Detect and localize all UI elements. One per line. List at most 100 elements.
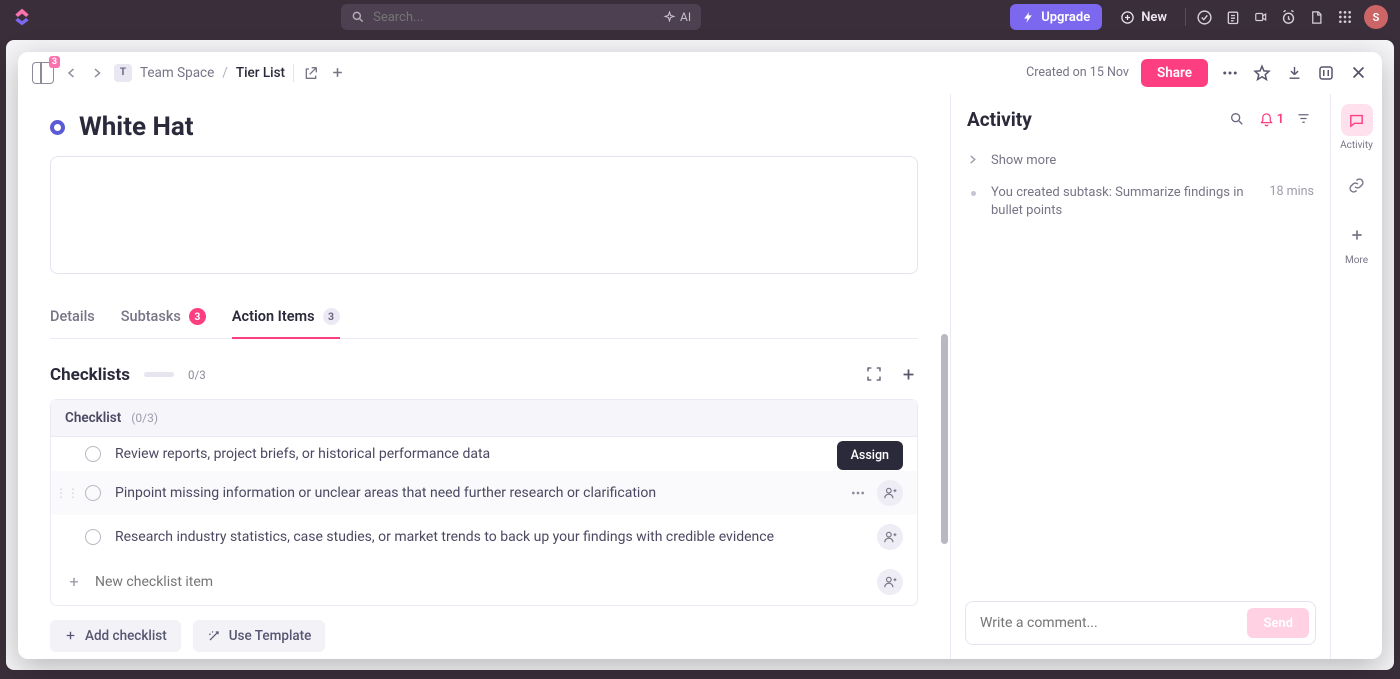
comment-input[interactable] xyxy=(980,615,1239,631)
add-breadcrumb-icon[interactable] xyxy=(328,64,346,82)
activity-heading: Activity xyxy=(967,108,1217,131)
bell-icon xyxy=(1259,112,1274,127)
checklist-group-header[interactable]: Checklist (0/3) xyxy=(51,400,917,437)
chat-icon xyxy=(1341,104,1373,136)
checklist-item-text: Review reports, project briefs, or histo… xyxy=(115,446,903,462)
activity-pane: Activity 1 Show more You created subtask… xyxy=(950,94,1330,659)
tab-subtasks[interactable]: Subtasks 3 xyxy=(121,300,206,338)
rail-link-button[interactable] xyxy=(1341,169,1373,201)
activity-header: Activity 1 xyxy=(951,94,1330,139)
plus-icon xyxy=(1341,219,1373,251)
rail-label: Activity xyxy=(1340,140,1373,151)
modal-header: 3 T Team Space / Tier List Created on 15… xyxy=(18,52,1382,94)
bullet-icon xyxy=(971,191,976,196)
task-title[interactable]: White Hat xyxy=(79,112,194,142)
space-chip[interactable]: T xyxy=(114,64,132,82)
checklist-item-toggle[interactable] xyxy=(85,529,101,545)
activity-entry: You created subtask: Summarize findings … xyxy=(967,177,1314,227)
checklist-item[interactable]: Review reports, project briefs, or histo… xyxy=(51,437,917,471)
ai-chip[interactable]: AI xyxy=(663,10,691,24)
checklist-group-title: Checklist xyxy=(65,410,121,426)
doc-icon[interactable] xyxy=(1308,8,1326,26)
checklist-progress-bar xyxy=(144,372,174,377)
prev-task-button[interactable] xyxy=(62,64,80,82)
scrollbar-thumb[interactable] xyxy=(941,334,948,544)
next-task-button[interactable] xyxy=(88,64,106,82)
plus-icon xyxy=(64,629,77,642)
add-checklist-icon[interactable] xyxy=(900,366,918,384)
activity-entry-time: 18 mins xyxy=(1269,184,1314,199)
user-avatar[interactable]: S xyxy=(1364,5,1388,29)
wand-icon xyxy=(207,629,221,643)
more-actions-button[interactable] xyxy=(1220,63,1240,83)
search-input[interactable] xyxy=(373,10,655,25)
sidebar-toggle-button[interactable]: 3 xyxy=(32,62,54,84)
plus-icon: + xyxy=(65,572,83,591)
checklist-item-toggle[interactable] xyxy=(85,485,101,501)
breadcrumb-sep: / xyxy=(222,65,228,81)
use-template-button[interactable]: Use Template xyxy=(193,620,326,652)
tab-details[interactable]: Details xyxy=(50,300,95,338)
activity-entry-text: You created subtask: Summarize findings … xyxy=(991,184,1251,220)
assign-button[interactable] xyxy=(877,524,903,550)
search-icon xyxy=(351,10,365,24)
assign-button[interactable]: Assign xyxy=(877,480,903,506)
upgrade-button[interactable]: Upgrade xyxy=(1010,4,1102,30)
checklist-progress-label: 0/3 xyxy=(188,368,206,382)
activity-notifications-button[interactable]: 1 xyxy=(1259,112,1284,127)
description-editor[interactable] xyxy=(50,156,918,274)
ai-label: AI xyxy=(680,10,691,24)
activity-filter-icon[interactable] xyxy=(1296,111,1314,129)
check-circle-icon[interactable] xyxy=(1196,8,1214,26)
modal-body: White Hat Details Subtasks 3 Action Item… xyxy=(18,94,1382,659)
rail-activity-button[interactable]: Activity xyxy=(1340,104,1373,151)
clickup-logo xyxy=(12,7,32,27)
checklist-item-more-icon[interactable] xyxy=(847,482,869,504)
comment-box[interactable]: Send xyxy=(965,601,1316,645)
checklists-heading: Checklists xyxy=(50,365,130,385)
upgrade-label: Upgrade xyxy=(1041,10,1090,25)
main-pane: White Hat Details Subtasks 3 Action Item… xyxy=(18,94,950,659)
new-checklist-item-row[interactable]: + xyxy=(51,559,917,605)
record-icon[interactable] xyxy=(1252,8,1270,26)
avatar-initial: S xyxy=(1373,11,1380,24)
notepad-icon[interactable] xyxy=(1224,8,1242,26)
close-button[interactable] xyxy=(1348,63,1368,83)
alarm-icon[interactable] xyxy=(1280,8,1298,26)
subtasks-count-badge: 3 xyxy=(189,308,206,325)
checklist-item[interactable]: Research industry statistics, case studi… xyxy=(51,515,917,559)
assign-tooltip: Assign xyxy=(837,441,903,470)
tab-action-items[interactable]: Action Items 3 xyxy=(232,300,340,339)
checklist-card: Checklist (0/3) Review reports, project … xyxy=(50,399,918,606)
global-search[interactable]: AI xyxy=(341,4,701,30)
rail-label: More xyxy=(1345,255,1368,266)
expand-checklists-icon[interactable] xyxy=(866,366,884,384)
breadcrumb-space[interactable]: Team Space xyxy=(140,65,214,81)
chevron-right-icon xyxy=(967,154,981,165)
send-button[interactable]: Send xyxy=(1247,608,1309,638)
share-button[interactable]: Share xyxy=(1141,59,1208,87)
activity-search-icon[interactable] xyxy=(1229,111,1247,129)
app-topbar: AI Upgrade New S xyxy=(0,0,1400,34)
checklist-item-text: Pinpoint missing information or unclear … xyxy=(115,485,833,501)
expand-button[interactable] xyxy=(1316,63,1336,83)
activity-show-more[interactable]: Show more xyxy=(967,145,1314,177)
favorite-button[interactable] xyxy=(1252,63,1272,83)
breadcrumb-list[interactable]: Tier List xyxy=(236,65,285,81)
checklist-item-toggle[interactable] xyxy=(85,446,101,462)
checklists-section-header: Checklists 0/3 xyxy=(50,365,918,385)
download-button[interactable] xyxy=(1284,63,1304,83)
status-indicator[interactable] xyxy=(50,120,65,135)
new-button[interactable]: New xyxy=(1112,4,1175,30)
new-checklist-item-input[interactable] xyxy=(95,574,865,590)
checklist-footer-buttons: Add checklist Use Template xyxy=(50,620,918,652)
apps-grid-icon[interactable] xyxy=(1336,8,1354,26)
add-checklist-button[interactable]: Add checklist xyxy=(50,620,181,652)
drag-handle-icon[interactable]: ⋮⋮ xyxy=(55,486,73,500)
divider xyxy=(293,64,294,82)
move-out-icon[interactable] xyxy=(302,64,320,82)
checklist-item-text: Research industry statistics, case studi… xyxy=(115,529,863,545)
assign-button[interactable] xyxy=(877,569,903,595)
checklist-item[interactable]: ⋮⋮ Pinpoint missing information or uncle… xyxy=(51,471,917,515)
rail-more-button[interactable]: More xyxy=(1341,219,1373,266)
